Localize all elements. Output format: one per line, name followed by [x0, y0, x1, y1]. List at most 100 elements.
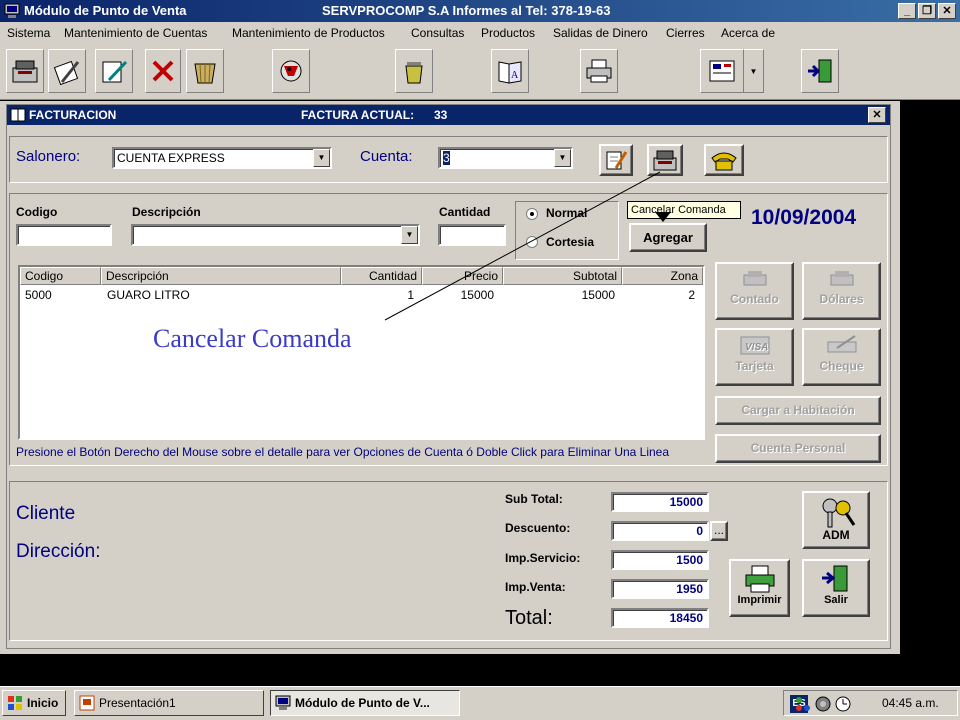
- chevron-down-icon[interactable]: ▼: [401, 226, 418, 244]
- basket-icon: [194, 63, 216, 84]
- descripcion-select[interactable]: ▼: [131, 224, 420, 246]
- cell-descripcion: GUARO LITRO: [107, 288, 190, 302]
- chevron-down-icon[interactable]: ▼: [554, 149, 571, 167]
- menu-acerca[interactable]: Acerca de: [721, 26, 775, 40]
- tarjeta-button[interactable]: VISA Tarjeta: [715, 328, 794, 386]
- cargar-habitacion-button[interactable]: Cargar a Habitación: [715, 396, 881, 425]
- descuento-value: 0: [696, 524, 703, 538]
- computer-icon: [275, 695, 291, 710]
- powerpoint-icon: [79, 695, 95, 711]
- agregar-button[interactable]: Agregar: [629, 223, 707, 252]
- start-label: Inicio: [27, 696, 59, 710]
- cuenta-label: Cuenta:: [360, 148, 413, 165]
- descuento-field[interactable]: 0: [611, 521, 709, 541]
- menu-salidas[interactable]: Salidas de Dinero: [553, 26, 648, 40]
- phone-button[interactable]: [704, 144, 744, 176]
- windows-logo-icon: [8, 696, 22, 710]
- servicio-value: 1500: [676, 553, 703, 567]
- trash-can-button[interactable]: [395, 49, 433, 93]
- col-zona[interactable]: Zona: [622, 267, 703, 285]
- task-presentacion[interactable]: Presentación1: [74, 690, 264, 716]
- cell-codigo: 5000: [25, 288, 52, 302]
- close-button[interactable]: ✕: [938, 3, 956, 19]
- delete-icon: [152, 60, 174, 82]
- bird-button[interactable]: [272, 49, 310, 93]
- keys-icon: [822, 498, 856, 528]
- menu-cierres[interactable]: Cierres: [666, 26, 705, 40]
- cortesia-radio[interactable]: [526, 236, 538, 248]
- form-close-button[interactable]: ✕: [868, 107, 886, 123]
- menu-mant-cuentas[interactable]: Mantenimiento de Cuentas: [64, 26, 207, 40]
- printer-icon: [745, 565, 774, 593]
- speaker-icon[interactable]: [814, 695, 832, 713]
- notes-button[interactable]: [599, 144, 633, 176]
- task-punto-venta[interactable]: Módulo de Punto de V...: [270, 690, 460, 716]
- dolares-button[interactable]: Dólares: [802, 262, 881, 320]
- cliente-label: Cliente: [16, 503, 76, 524]
- col-precio[interactable]: Precio: [422, 267, 503, 285]
- network-icon[interactable]: [794, 695, 812, 713]
- menu-productos[interactable]: Productos: [481, 26, 535, 40]
- descuento-button[interactable]: ...: [710, 521, 728, 541]
- printer-button[interactable]: [580, 49, 618, 93]
- imprimir-label: Imprimir: [737, 594, 782, 606]
- contado-button[interactable]: Contado: [715, 262, 794, 320]
- tarjeta-label: Tarjeta: [735, 359, 774, 373]
- menu-mant-productos[interactable]: Mantenimiento de Productos: [232, 26, 385, 40]
- subtotal-value: 15000: [669, 495, 703, 509]
- cell-cantidad: 1: [407, 288, 414, 302]
- book-button[interactable]: A: [491, 49, 529, 93]
- codigo-input[interactable]: [16, 224, 112, 246]
- edit-pen-button[interactable]: [95, 49, 133, 93]
- cheque-button[interactable]: Cheque: [802, 328, 881, 386]
- cash-register-icon: [653, 150, 677, 171]
- delete-button[interactable]: [145, 49, 181, 93]
- form-title-bar: FACTURACION FACTURA ACTUAL: 33 ✕: [7, 105, 890, 125]
- fecha: 10/09/2004: [751, 206, 857, 229]
- col-codigo[interactable]: Codigo: [20, 267, 101, 285]
- normal-radio[interactable]: [526, 208, 538, 220]
- exit-door-button[interactable]: [801, 49, 839, 93]
- salir-label: Salir: [824, 594, 848, 606]
- cash-register-icon: [12, 60, 38, 83]
- telephone-icon: [711, 152, 737, 171]
- printer-icon: [586, 59, 612, 83]
- menu-sistema[interactable]: Sistema: [7, 26, 50, 40]
- col-subtotal[interactable]: Subtotal: [503, 267, 622, 285]
- dolares-label: Dólares: [819, 292, 864, 306]
- cantidad-input[interactable]: [438, 224, 506, 246]
- edit-button[interactable]: [48, 49, 86, 93]
- cuenta-personal-button[interactable]: Cuenta Personal: [715, 434, 881, 463]
- menu-consultas[interactable]: Consultas: [411, 26, 464, 40]
- cancelar-comanda-button[interactable]: [647, 144, 683, 176]
- adm-button[interactable]: ADM: [802, 491, 870, 549]
- title-bar: Módulo de Punto de Venta SERVPROCOMP S.A…: [0, 0, 960, 22]
- calculator-button[interactable]: [700, 49, 744, 93]
- edit-pen-icon: [102, 60, 128, 83]
- salonero-label: Salonero:: [16, 148, 81, 165]
- factura-number: 33: [434, 108, 448, 122]
- col-descripcion[interactable]: Descripción: [101, 267, 341, 285]
- bird-icon: [280, 60, 302, 82]
- hint-text: Presione el Botón Derecho del Mouse sobr…: [16, 445, 670, 459]
- salonero-select[interactable]: CUENTA EXPRESS ▼: [112, 147, 332, 169]
- basket-button[interactable]: [186, 49, 224, 93]
- cuenta-select[interactable]: 3 ▼: [438, 147, 573, 169]
- imprimir-button[interactable]: Imprimir: [729, 559, 790, 617]
- venta-label: Imp.Venta:: [505, 580, 566, 594]
- salir-button[interactable]: Salir: [802, 559, 870, 617]
- chevron-down-icon[interactable]: ▼: [313, 149, 330, 167]
- codigo-label: Codigo: [16, 205, 58, 219]
- col-cantidad[interactable]: Cantidad: [341, 267, 422, 285]
- cash-register-button[interactable]: [6, 49, 44, 93]
- minimize-button[interactable]: _: [898, 3, 916, 19]
- cortesia-label: Cortesia: [546, 235, 595, 249]
- detalle-table[interactable]: Codigo Descripción Cantidad Precio Subto…: [18, 265, 705, 440]
- dollar-icon: [830, 271, 853, 286]
- calculator-dropdown[interactable]: ▼: [744, 49, 764, 93]
- clock-icon[interactable]: [834, 695, 852, 713]
- credit-card-icon: VISA: [740, 336, 769, 355]
- maximize-button[interactable]: ❐: [918, 3, 936, 19]
- start-button[interactable]: Inicio: [2, 690, 66, 716]
- clock-time[interactable]: 04:45 a.m.: [882, 696, 939, 710]
